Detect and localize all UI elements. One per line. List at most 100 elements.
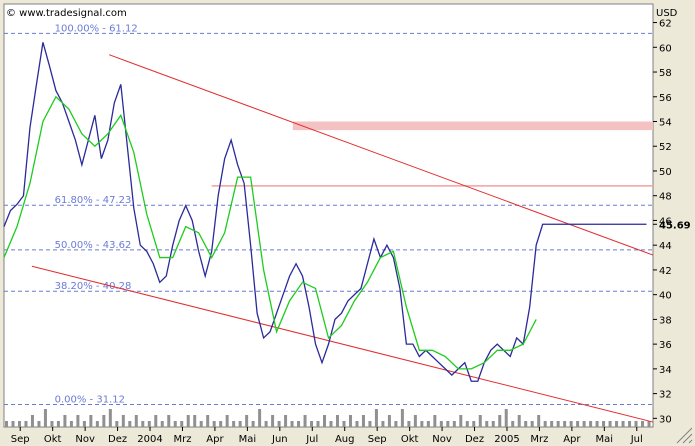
volume-bar	[206, 415, 210, 427]
y-tick-label: 56	[659, 93, 672, 104]
volume-bar	[251, 421, 255, 427]
x-tick-label: Nov	[75, 434, 95, 445]
volume-bar	[24, 421, 28, 427]
volume-bar	[89, 415, 93, 427]
volume-bar	[154, 415, 158, 427]
x-tick-label: Okt	[401, 434, 419, 445]
volume-bar	[193, 415, 197, 427]
y-tick-label: 54	[659, 118, 672, 129]
volume-bar	[5, 421, 8, 427]
x-tick-label: 2004	[137, 434, 162, 445]
volume-bar	[297, 421, 301, 427]
x-tick-label: Aug	[335, 434, 355, 445]
volume-bar	[517, 415, 521, 427]
volume-bar	[342, 421, 346, 427]
y-tick-label: 48	[659, 192, 672, 203]
volume-bar	[316, 421, 320, 427]
volume-bar	[647, 421, 651, 427]
y-tick-label: 62	[659, 19, 672, 30]
volume-bar	[160, 421, 164, 427]
x-tick-label: Okt	[44, 434, 62, 445]
volume-bar	[439, 421, 443, 427]
volume-bar	[472, 421, 476, 427]
volume-bar	[310, 421, 314, 427]
volume-bar	[271, 415, 275, 427]
volume-bar	[478, 415, 482, 427]
plot-area	[3, 3, 654, 428]
volume-bar	[595, 421, 599, 427]
x-tick-label: Mai	[596, 434, 614, 445]
volume-bar	[563, 421, 567, 427]
volume-bar	[582, 421, 586, 427]
volume-bar	[543, 421, 547, 427]
volume-bar	[264, 421, 268, 427]
last-price-label: 45.69	[659, 220, 691, 231]
volume-bar	[413, 415, 417, 427]
volume-bar	[608, 421, 612, 427]
currency-label: USD	[656, 8, 678, 19]
volume-bar	[368, 421, 372, 427]
volume-bar	[628, 421, 632, 427]
volume-bar	[498, 415, 502, 427]
volume-bar	[556, 421, 560, 427]
y-tick-label: 30	[659, 414, 672, 425]
y-tick-label: 42	[659, 266, 672, 277]
volume-bar	[329, 421, 333, 427]
volume-bar	[524, 421, 528, 427]
volume-bar	[348, 415, 352, 427]
volume-bar	[63, 415, 67, 427]
y-tick-label: 60	[659, 43, 672, 54]
x-tick-label: Jul	[305, 434, 318, 445]
volume-bar	[37, 421, 41, 427]
volume-bar	[167, 415, 171, 427]
volume-bar	[108, 409, 112, 427]
volume-bar	[30, 415, 34, 427]
volume-bar	[452, 421, 456, 427]
fib-level-label: 61.80% - 47.23	[55, 195, 132, 206]
volume-bar	[245, 415, 249, 427]
volume-bar	[459, 415, 463, 427]
volume-bar	[121, 415, 125, 427]
volume-bar	[186, 415, 190, 427]
volume-bar	[173, 421, 177, 427]
volume-bar	[180, 421, 184, 427]
volume-bar	[82, 421, 86, 427]
volume-bar	[407, 421, 411, 427]
tradesignal-logo-text: © www.tradesignal.com	[6, 8, 127, 19]
volume-bar	[128, 421, 132, 427]
volume-bar	[219, 421, 223, 427]
y-tick-label: 38	[659, 315, 672, 326]
resistance-band	[292, 121, 653, 131]
volume-bar	[621, 421, 625, 427]
volume-bar	[537, 415, 541, 427]
fib-level-label: 38.20% - 40.28	[55, 281, 132, 292]
x-tick-label: 2005	[494, 434, 519, 445]
x-tick-label: Sep	[11, 434, 30, 445]
volume-bar	[530, 421, 534, 427]
volume-bar	[303, 415, 307, 427]
volume-bar	[225, 415, 229, 427]
volume-bar	[102, 415, 106, 427]
volume-bar	[426, 421, 430, 427]
volume-bar	[615, 421, 619, 427]
y-tick-label: 50	[659, 167, 672, 178]
volume-bar	[602, 421, 606, 427]
volume-bar	[277, 421, 281, 427]
x-tick-label: Jun	[271, 434, 288, 445]
volume-bar	[323, 415, 327, 427]
volume-bar	[258, 409, 262, 427]
volume-bar	[355, 421, 359, 427]
volume-bar	[69, 421, 73, 427]
volume-bar	[511, 421, 515, 427]
volume-bar	[232, 421, 236, 427]
x-tick-label: Nov	[432, 434, 452, 445]
volume-bar	[485, 421, 489, 427]
volume-bar	[284, 415, 288, 427]
x-tick-label: Sep	[368, 434, 387, 445]
volume-bar	[11, 421, 15, 427]
x-tick-label: Apr	[563, 434, 581, 445]
volume-bar	[641, 421, 645, 427]
volume-bar	[569, 421, 573, 427]
volume-bar	[17, 421, 21, 427]
x-tick-label: Dez	[465, 434, 484, 445]
